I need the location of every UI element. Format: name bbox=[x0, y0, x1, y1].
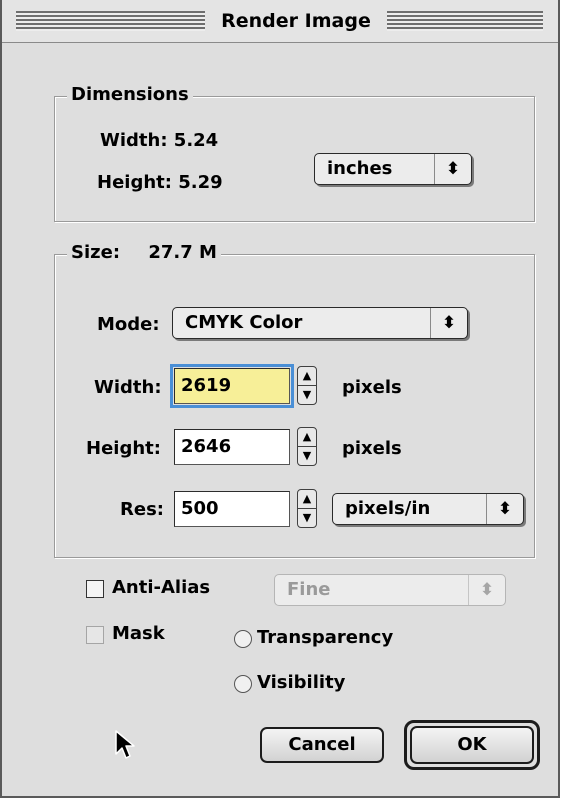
stepper-down-icon[interactable]: ▼ bbox=[297, 508, 317, 528]
updown-arrows-icon: ⬍ bbox=[430, 308, 467, 338]
visibility-radio[interactable] bbox=[234, 675, 252, 693]
title-bar[interactable]: Render Image bbox=[2, 0, 558, 43]
res-unit-popup[interactable]: pixels/in ⬍ bbox=[332, 493, 524, 525]
anti-alias-checkbox[interactable] bbox=[86, 580, 104, 598]
width-label: Width: bbox=[94, 377, 162, 398]
stepper-up-icon[interactable]: ▲ bbox=[297, 489, 317, 509]
dimensions-height-label: Height: 5.29 bbox=[97, 172, 223, 193]
height-label: Height: bbox=[86, 438, 161, 459]
width-field[interactable]: 2619 bbox=[170, 364, 294, 408]
width-stepper[interactable]: ▲ ▼ bbox=[297, 366, 317, 406]
updown-arrows-icon: ⬍ bbox=[486, 494, 523, 524]
height-unit-label: pixels bbox=[342, 438, 402, 459]
size-legend-value: 27.7 M bbox=[148, 242, 217, 263]
anti-alias-quality-value: Fine bbox=[287, 579, 331, 600]
height-stepper[interactable]: ▲ ▼ bbox=[297, 427, 317, 467]
width-unit-label: pixels bbox=[342, 377, 402, 398]
title-bar-stripes-right bbox=[387, 11, 543, 31]
size-legend-label: Size: bbox=[71, 242, 121, 263]
mode-value: CMYK Color bbox=[185, 312, 303, 333]
transparency-label[interactable]: Transparency bbox=[257, 627, 393, 649]
updown-arrows-icon: ⬍ bbox=[434, 154, 471, 184]
stepper-down-icon[interactable]: ▼ bbox=[297, 446, 317, 466]
stepper-up-icon[interactable]: ▲ bbox=[297, 366, 317, 386]
res-label: Res: bbox=[120, 499, 164, 520]
mode-popup[interactable]: CMYK Color ⬍ bbox=[172, 307, 468, 339]
dimensions-width-label: Width: 5.24 bbox=[100, 130, 219, 151]
arrow-cursor-icon bbox=[115, 730, 135, 759]
res-stepper[interactable]: ▲ ▼ bbox=[297, 489, 317, 529]
dialog-title: Render Image bbox=[205, 8, 387, 34]
render-image-dialog: Render Image Dimensions Width: 5.24 Heig… bbox=[0, 0, 560, 798]
cancel-button[interactable]: Cancel bbox=[260, 727, 384, 763]
transparency-radio[interactable] bbox=[234, 630, 252, 648]
mask-label: Mask bbox=[112, 623, 165, 644]
height-field[interactable]: 2646 bbox=[174, 429, 290, 465]
dimensions-unit-popup[interactable]: inches ⬍ bbox=[314, 153, 472, 185]
res-unit-value: pixels/in bbox=[345, 498, 431, 519]
ok-button[interactable]: OK bbox=[410, 726, 534, 764]
stepper-up-icon[interactable]: ▲ bbox=[297, 427, 317, 447]
anti-alias-quality-popup: Fine ⬍ bbox=[274, 574, 506, 606]
title-bar-stripes-left bbox=[16, 11, 205, 31]
dimensions-legend: Dimensions bbox=[67, 84, 193, 106]
size-legend: Size: 27.7 M bbox=[67, 242, 221, 264]
visibility-label[interactable]: Visibility bbox=[257, 672, 345, 694]
mode-label: Mode: bbox=[97, 314, 160, 335]
res-field[interactable]: 500 bbox=[174, 491, 290, 527]
stepper-down-icon[interactable]: ▼ bbox=[297, 385, 317, 405]
updown-arrows-icon: ⬍ bbox=[468, 575, 505, 605]
mask-checkbox bbox=[86, 626, 104, 644]
dimensions-unit-value: inches bbox=[327, 158, 393, 179]
anti-alias-label[interactable]: Anti-Alias bbox=[112, 577, 210, 599]
